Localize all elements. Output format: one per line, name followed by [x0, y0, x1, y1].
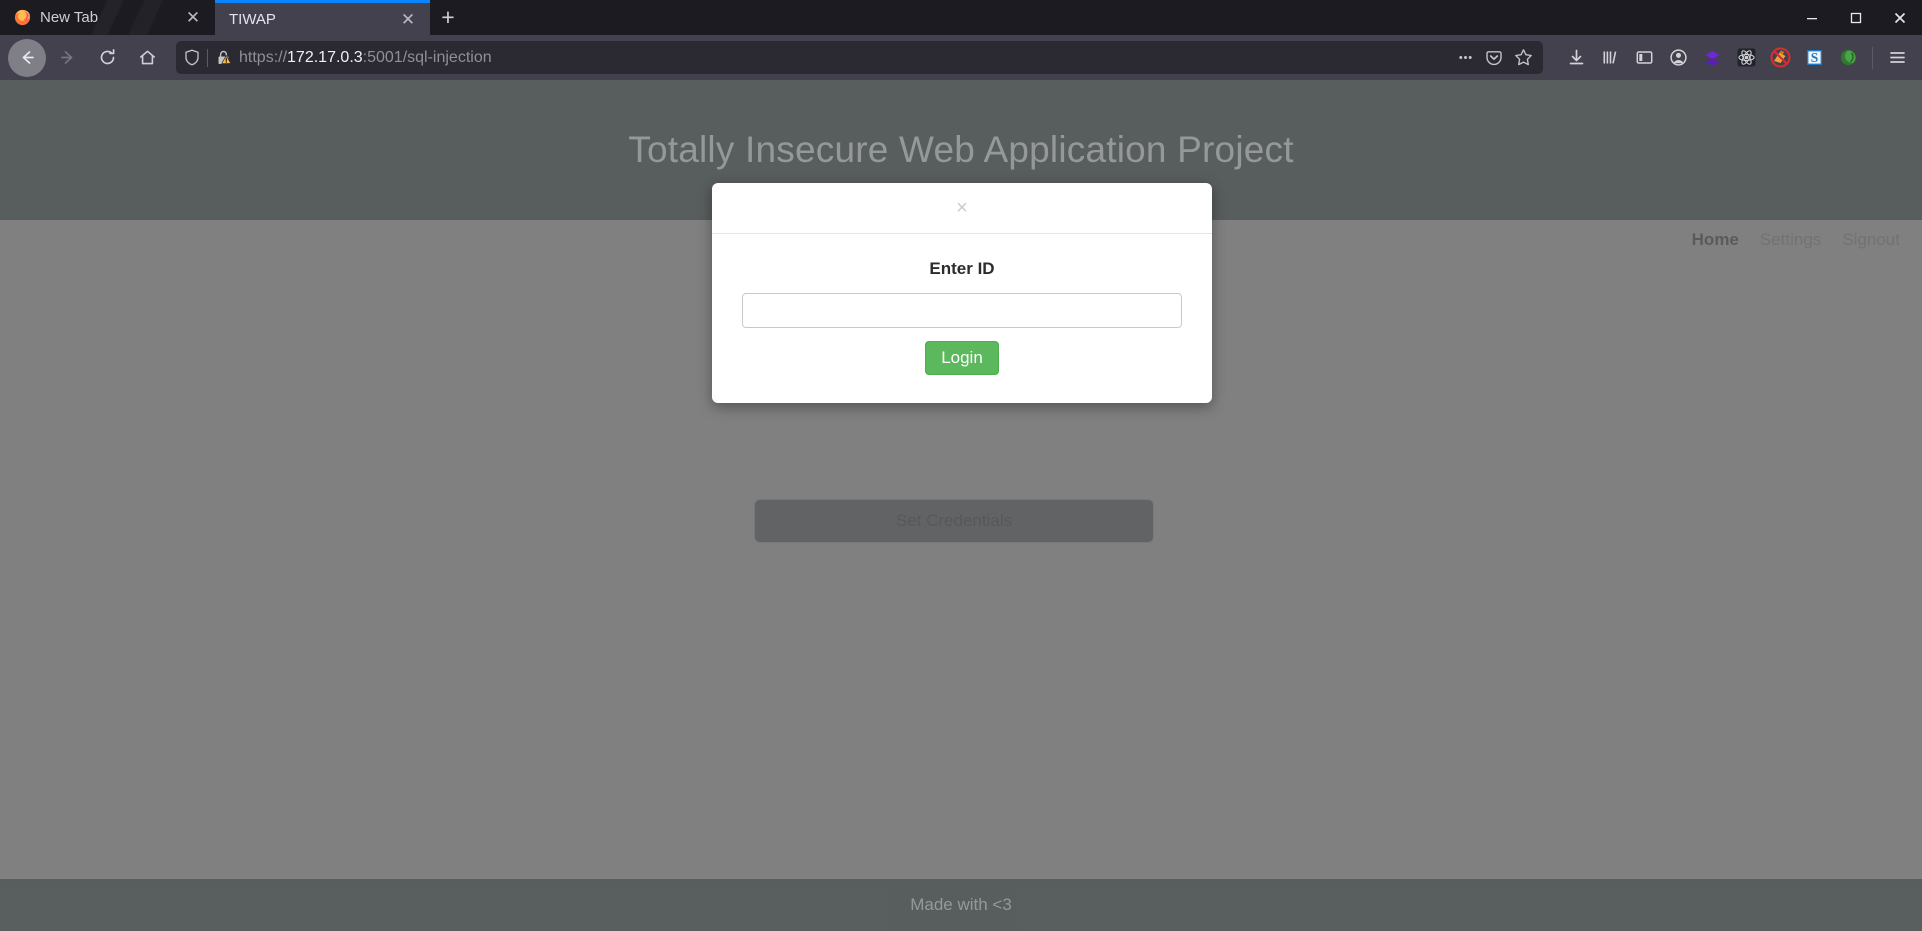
noscript-extension-icon[interactable]: [1763, 41, 1797, 75]
tab-title: New Tab: [40, 9, 174, 26]
minimize-button[interactable]: [1790, 0, 1834, 35]
extension-toolbar: S: [1553, 41, 1914, 75]
tab-strip: New Tab ✕ TIWAP ✕ +: [0, 0, 1922, 35]
insecure-connection-warning-icon[interactable]: [215, 49, 232, 66]
selenium-ide-extension-icon[interactable]: S: [1797, 41, 1831, 75]
new-tab-button[interactable]: +: [430, 0, 466, 35]
account-icon[interactable]: [1661, 41, 1695, 75]
sidebar-icon[interactable]: [1627, 41, 1661, 75]
close-icon[interactable]: ×: [956, 198, 968, 218]
tracking-protection-shield-icon[interactable]: [184, 49, 200, 66]
url-text[interactable]: https://172.17.0.3:5001/sql-injection: [239, 49, 1450, 67]
browser-window: New Tab ✕ TIWAP ✕ +: [0, 0, 1922, 931]
library-icon[interactable]: [1593, 41, 1627, 75]
address-bar[interactable]: https://172.17.0.3:5001/sql-injection: [176, 41, 1543, 74]
downloads-icon[interactable]: [1559, 41, 1593, 75]
tab-tiwap[interactable]: TIWAP ✕: [215, 0, 430, 35]
react-devtools-icon[interactable]: [1729, 41, 1763, 75]
forward-arrow-icon[interactable]: [48, 39, 86, 77]
tab-new-tab[interactable]: New Tab ✕: [0, 0, 215, 35]
back-arrow-icon[interactable]: [8, 39, 46, 77]
greenshot-extension-icon[interactable]: [1831, 41, 1865, 75]
id-input[interactable]: [742, 293, 1182, 328]
bookmark-star-icon[interactable]: [1514, 48, 1533, 67]
home-icon[interactable]: [128, 39, 166, 77]
pocket-save-icon[interactable]: [1485, 49, 1503, 67]
urlbar-actions: [1457, 48, 1537, 67]
login-button[interactable]: Login: [925, 341, 999, 375]
page-viewport: Totally Insecure Web Application Project…: [0, 80, 1922, 931]
hamburger-menu-icon[interactable]: [1880, 41, 1914, 75]
window-controls: [1790, 0, 1922, 35]
tab-close-icon[interactable]: ✕: [183, 8, 203, 28]
page-actions-ellipsis-icon[interactable]: [1457, 49, 1474, 66]
url-path: :5001/sql-injection: [363, 49, 492, 66]
url-scheme: https://: [239, 49, 287, 66]
firefox-logo-icon: [14, 9, 31, 26]
close-window-button[interactable]: [1878, 0, 1922, 35]
enter-id-label: Enter ID: [742, 259, 1182, 279]
toolbar-divider: [1872, 47, 1873, 69]
svg-text:S: S: [1810, 50, 1818, 65]
modal-body: Enter ID Login: [712, 234, 1212, 403]
modal-header: ×: [712, 183, 1212, 234]
login-modal: × Enter ID Login: [712, 183, 1212, 403]
maximize-button[interactable]: [1834, 0, 1878, 35]
tab-close-icon[interactable]: ✕: [398, 9, 418, 29]
tab-title: TIWAP: [229, 11, 389, 28]
urlbar-divider: [207, 49, 208, 67]
navigation-toolbar: https://172.17.0.3:5001/sql-injection: [0, 35, 1922, 80]
reload-icon[interactable]: [88, 39, 126, 77]
layers-extension-icon[interactable]: [1695, 41, 1729, 75]
url-host: 172.17.0.3: [287, 49, 363, 66]
